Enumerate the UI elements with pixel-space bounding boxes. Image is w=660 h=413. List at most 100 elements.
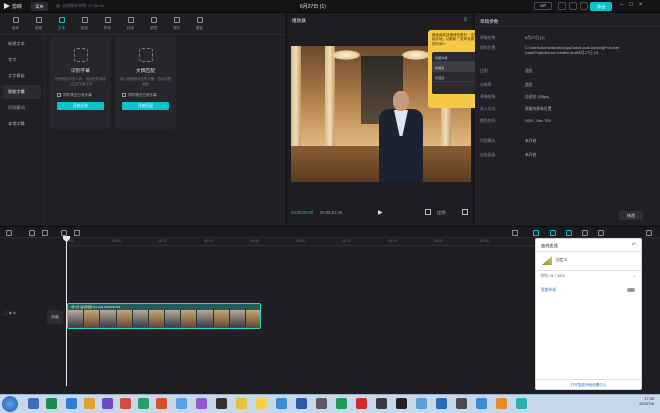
jianying-icon[interactable] bbox=[396, 398, 407, 409]
export-button[interactable]: 导出 bbox=[590, 2, 612, 11]
tool-transition[interactable]: 转场 bbox=[119, 13, 142, 35]
start-match-button[interactable]: 开始匹配 bbox=[122, 102, 169, 110]
undo-icon[interactable] bbox=[29, 230, 35, 236]
system-tray[interactable] bbox=[540, 398, 620, 410]
app-icon[interactable] bbox=[138, 398, 149, 409]
shortcut-icon[interactable] bbox=[569, 2, 577, 10]
tool-sticker[interactable]: 贴纸 bbox=[73, 13, 96, 35]
cover-button[interactable]: 封面 bbox=[47, 310, 63, 324]
sidenav-item-local-captions[interactable]: 本地字幕 bbox=[3, 117, 41, 131]
curve-preset-icon[interactable] bbox=[542, 256, 552, 265]
app-icon[interactable] bbox=[496, 398, 507, 409]
tool-template[interactable]: 模板 bbox=[188, 13, 211, 35]
tool-text[interactable]: 文本 bbox=[50, 13, 73, 35]
smart-interpolation-link[interactable]: 智能补帧 bbox=[541, 288, 556, 293]
smart-interpolation-toggle[interactable] bbox=[627, 288, 635, 292]
app-icon[interactable] bbox=[296, 398, 307, 409]
preview-axis-icon[interactable] bbox=[566, 230, 572, 236]
clip-frame bbox=[197, 310, 214, 327]
explorer-icon[interactable] bbox=[28, 398, 39, 409]
app-icon[interactable] bbox=[102, 398, 113, 409]
app-icon[interactable] bbox=[236, 398, 247, 409]
delete-icon[interactable] bbox=[74, 230, 80, 236]
divider bbox=[536, 270, 641, 271]
start-button[interactable] bbox=[2, 396, 18, 412]
chrome-icon[interactable] bbox=[156, 398, 167, 409]
clip-thumbnails bbox=[68, 310, 260, 327]
folder-icon[interactable] bbox=[84, 398, 95, 409]
prop-row: 自由层级: 未开启 bbox=[480, 153, 537, 157]
redo-icon[interactable] bbox=[42, 230, 48, 236]
app-icon[interactable] bbox=[120, 398, 131, 409]
app-icon[interactable] bbox=[216, 398, 227, 409]
select-icon[interactable] bbox=[6, 230, 12, 236]
sidenav-item-fancy-text[interactable]: 花字 bbox=[3, 53, 41, 67]
tool-audio[interactable]: 音频 bbox=[27, 13, 50, 35]
tool-filter[interactable]: 滤镜 bbox=[142, 13, 165, 35]
app-icon[interactable] bbox=[376, 398, 387, 409]
fullscreen-icon[interactable] bbox=[462, 209, 468, 215]
clip-frame bbox=[229, 310, 246, 327]
vip-badge[interactable]: VIP bbox=[534, 2, 552, 10]
clip-frame bbox=[245, 310, 260, 327]
clear-captions-checkbox[interactable]: 同时清空已有字幕 bbox=[57, 93, 111, 98]
app-icon[interactable] bbox=[336, 398, 347, 409]
sidenav-item-lyrics[interactable]: 识别歌词 bbox=[3, 101, 41, 115]
eye-icon[interactable]: ◉ bbox=[9, 311, 12, 315]
ratio-button[interactable]: 比例 bbox=[437, 210, 445, 216]
link-icon[interactable] bbox=[533, 230, 539, 236]
sidenav-item-auto-captions[interactable]: 智能字幕 bbox=[3, 85, 41, 99]
clock[interactable]: 17:05 2023/7/6 bbox=[614, 397, 654, 407]
start-recognize-button[interactable]: 开始识别 bbox=[57, 102, 104, 110]
back-icon[interactable]: ↶ bbox=[632, 242, 636, 248]
play-icon[interactable]: ▶ bbox=[378, 209, 383, 216]
close-icon[interactable]: × bbox=[639, 2, 643, 8]
settings-icon[interactable] bbox=[580, 2, 588, 10]
app-icon[interactable] bbox=[176, 398, 187, 409]
prop-row: 颜色空间: SDR - Rec.709 bbox=[480, 119, 551, 123]
edge-icon[interactable] bbox=[66, 398, 77, 409]
app-icon[interactable] bbox=[316, 398, 327, 409]
app-icon[interactable] bbox=[276, 398, 287, 409]
player-menu-icon[interactable]: ≡ bbox=[463, 17, 467, 23]
zoom-out-icon[interactable] bbox=[598, 230, 604, 236]
playhead[interactable] bbox=[66, 236, 67, 386]
speed-panel-title: 曲线变速 bbox=[541, 243, 558, 248]
menu-button[interactable]: 菜单 bbox=[31, 2, 48, 11]
minimize-icon[interactable]: – bbox=[620, 2, 623, 8]
mic-icon[interactable] bbox=[512, 230, 518, 236]
speed-footer-link[interactable]: 打开智能补帧设置中心 bbox=[536, 379, 641, 389]
app-icon[interactable] bbox=[416, 398, 427, 409]
app-icon[interactable] bbox=[456, 398, 467, 409]
sidenav-item-new-text[interactable]: 新建文本 bbox=[3, 37, 41, 51]
app-icon[interactable] bbox=[196, 398, 207, 409]
video-clip[interactable]: 7月1日 采访视频 (1).mp4 00:06:51:09 bbox=[67, 303, 261, 329]
tool-effects[interactable]: 特效 bbox=[96, 13, 119, 35]
chevron-down-icon[interactable]: ⌄ bbox=[633, 273, 636, 278]
app-icon[interactable] bbox=[516, 398, 527, 409]
fit-screen-icon[interactable] bbox=[425, 209, 431, 215]
ruler-tick: |01:00 bbox=[342, 239, 351, 243]
clear-captions-checkbox[interactable]: 同时清空已有字幕 bbox=[122, 93, 176, 98]
timeline-ruler[interactable]: 00:00 |00:10 |00:20 |00:30 |00:40 |00:50… bbox=[66, 238, 536, 246]
sidenav-item-text-template[interactable]: 文字模板 bbox=[3, 69, 41, 83]
snap-icon[interactable] bbox=[550, 230, 556, 236]
split-screen-icon[interactable] bbox=[582, 230, 588, 236]
layout-icon[interactable] bbox=[558, 2, 566, 10]
card-title: 文稿匹配 bbox=[135, 69, 156, 74]
timeline-vertical-scroll[interactable] bbox=[643, 238, 660, 394]
current-time: 00:00:00:00 bbox=[291, 210, 314, 215]
mute-icon[interactable]: ◈ bbox=[13, 311, 16, 315]
lock-icon[interactable]: ▢ bbox=[4, 311, 8, 315]
maximize-icon[interactable]: □ bbox=[629, 2, 633, 8]
tool-adjust[interactable]: 调节 bbox=[165, 13, 188, 35]
app-icon[interactable] bbox=[436, 398, 447, 409]
app-icon[interactable] bbox=[256, 398, 267, 409]
zoom-in-icon[interactable] bbox=[646, 230, 652, 236]
edit-draft-button[interactable]: 修改 bbox=[619, 211, 643, 220]
video-light bbox=[401, 50, 431, 60]
app-icon[interactable] bbox=[46, 398, 57, 409]
app-icon[interactable] bbox=[476, 398, 487, 409]
app-icon[interactable] bbox=[356, 398, 367, 409]
tool-media[interactable]: 媒体 bbox=[4, 13, 27, 35]
